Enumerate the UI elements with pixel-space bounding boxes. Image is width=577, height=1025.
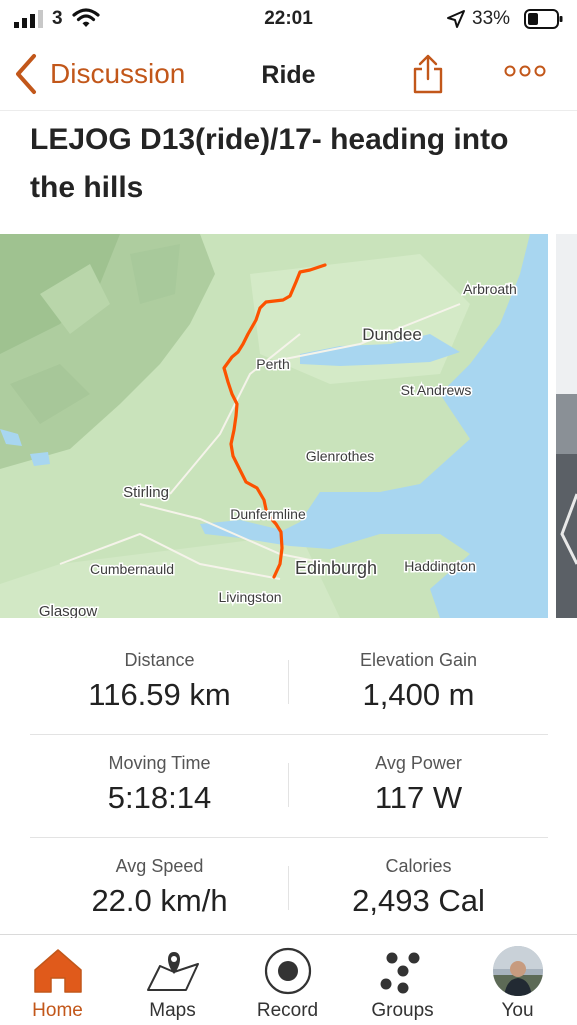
stat-label: Moving Time [108,753,211,773]
stat-value: 116.59 km [88,677,231,712]
tab-groups[interactable]: Groups [345,935,460,1025]
tab-home[interactable]: Home [0,935,115,1025]
stat-label: Calories [385,856,452,876]
stat-avg-power: Avg Power 117 W [289,753,548,816]
place-label: Cumbernauld [90,561,174,577]
stats-row: Avg Speed 22.0 km/h Calories 2,493 Cal [30,838,548,940]
record-icon [264,947,311,995]
stat-calories: Calories 2,493 Cal [289,856,548,919]
status-bar: 3 22:01 33% [0,0,577,38]
navigation-bar: Discussion Ride [0,44,577,111]
tab-label: Maps [149,1000,196,1021]
tab-you[interactable]: You [460,935,575,1025]
stat-moving-time: Moving Time 5:18:14 [30,753,289,816]
groups-icon [380,952,419,994]
place-label: Dunfermline [230,506,306,522]
map-icon [146,952,199,991]
activity-stats: Distance 116.59 km Elevation Gain 1,400 … [30,632,548,940]
location-arrow-icon [447,10,465,28]
more-options-icon[interactable] [504,64,546,78]
home-icon [33,949,82,993]
stat-label: Avg Speed [115,856,204,876]
place-label: Glasgow [39,603,98,618]
share-icon[interactable] [412,53,444,95]
tab-label: You [501,1000,534,1021]
place-label: Edinburgh [295,558,377,578]
tab-label: Home [32,1000,83,1021]
tab-label: Record [256,1000,319,1021]
stats-row: Distance 116.59 km Elevation Gain 1,400 … [30,632,548,735]
place-label: St Andrews [401,382,472,398]
stat-avg-speed: Avg Speed 22.0 km/h [30,856,289,919]
activity-title: LEJOG D13(ride)/17- heading into the hil… [30,123,509,204]
stat-label: Avg Power [375,753,462,773]
stat-elevation-gain: Elevation Gain 1,400 m [289,650,548,713]
stat-value: 22.0 km/h [91,883,228,918]
battery-icon [524,9,563,29]
place-label: Livingston [218,589,281,605]
tab-record[interactable]: Record [230,935,345,1025]
stat-value: 1,400 m [362,677,475,712]
place-label: Perth [256,356,289,372]
place-label: Glenrothes [306,448,374,464]
stat-label: Distance [124,650,195,670]
page-title: Ride [261,61,316,89]
stat-value: 5:18:14 [107,780,212,815]
stat-value: 117 W [374,780,463,815]
stat-value: 2,493 Cal [352,883,485,918]
place-label: Haddington [404,558,476,574]
tab-label: Groups [371,1000,434,1021]
tab-bar: Home Maps Record Groups You [0,934,577,1025]
place-label: Arbroath [463,281,517,297]
stats-row: Moving Time 5:18:14 Avg Power 117 W [30,735,548,838]
tab-maps[interactable]: Maps [115,935,230,1025]
battery-percent: 33% [472,8,511,29]
route-map[interactable]: Arbroath Dundee Perth St Andrews Glenrot… [0,234,548,618]
stat-label: Elevation Gain [359,650,478,670]
stat-distance: Distance 116.59 km [30,650,289,713]
place-label: Dundee [362,325,422,344]
avatar [492,946,543,996]
activity-photo-thumbnail[interactable] [556,234,577,618]
place-label: Stirling [123,484,169,501]
